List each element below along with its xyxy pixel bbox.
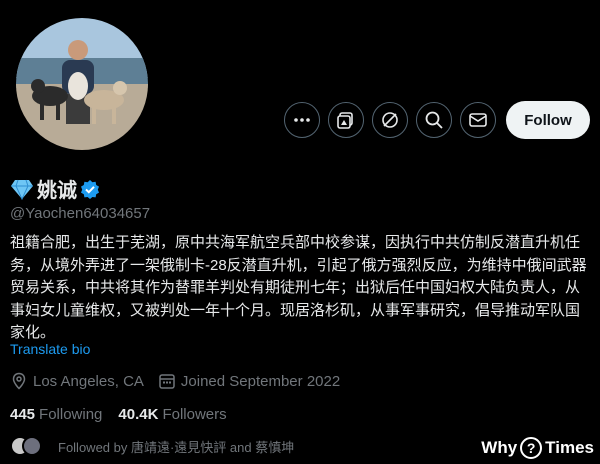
subscriptions-button[interactable] — [328, 102, 364, 138]
follow-button[interactable]: Follow — [506, 101, 590, 139]
grok-button[interactable] — [372, 102, 408, 138]
message-button[interactable] — [460, 102, 496, 138]
followed-by-text: Followed by 唐靖遠·遠見快評 and 蔡慎坤 — [58, 439, 295, 455]
watermark-right: Times — [545, 438, 594, 457]
followers-label: Followers — [162, 406, 227, 423]
followed-by-avatars — [10, 436, 50, 456]
verified-badge-icon[interactable] — [80, 179, 100, 199]
followed-by[interactable]: Followed by 唐靖遠·遠見快評 and 蔡慎坤 — [10, 436, 294, 456]
followers-link[interactable]: 40.4K Followers — [118, 406, 226, 423]
calendar-icon — [159, 374, 175, 389]
grok-icon — [382, 112, 398, 128]
following-link[interactable]: 445 Following — [10, 406, 102, 423]
following-label: Following — [39, 406, 103, 423]
profile-actions: Follow — [284, 101, 590, 139]
more-button[interactable] — [284, 102, 320, 138]
joined-text: Joined September 2022 — [180, 372, 341, 390]
avatar — [22, 436, 42, 456]
joined-item: Joined September 2022 — [158, 372, 340, 390]
followers-count: 40.4K — [118, 406, 159, 423]
location-item: Los Angeles, CA — [10, 372, 144, 390]
profile-name-row: 姚诚 — [10, 174, 100, 203]
search-icon — [425, 111, 443, 129]
subscriptions-icon — [337, 112, 353, 129]
follow-stats: 445 Following 40.4K Followers — [10, 406, 227, 423]
profile-handle: @Yaochen64034657 — [10, 205, 151, 222]
profile-meta: Los Angeles, CA Joined September 2022 — [10, 372, 354, 390]
profile-bio: 祖籍合肥，出生于芜湖，原中共海军航空兵部中校参谋，因执行中共仿制反潜直升机任务，… — [10, 234, 587, 341]
profile-avatar[interactable] — [12, 14, 152, 154]
message-icon — [469, 113, 487, 127]
diamond-emoji-icon — [11, 179, 33, 200]
watermark-left: Why — [481, 438, 518, 457]
watermark: Why ? Times — [481, 437, 594, 459]
search-button[interactable] — [416, 102, 452, 138]
location-pin-icon — [12, 372, 26, 390]
avatar-photo — [16, 18, 148, 150]
translate-bio-link[interactable]: Translate bio — [10, 341, 90, 357]
more-icon — [294, 118, 310, 122]
watermark-mark: ? — [520, 437, 543, 459]
following-count: 445 — [10, 406, 36, 423]
display-name: 姚诚 — [37, 180, 77, 202]
location-text: Los Angeles, CA — [33, 372, 144, 390]
